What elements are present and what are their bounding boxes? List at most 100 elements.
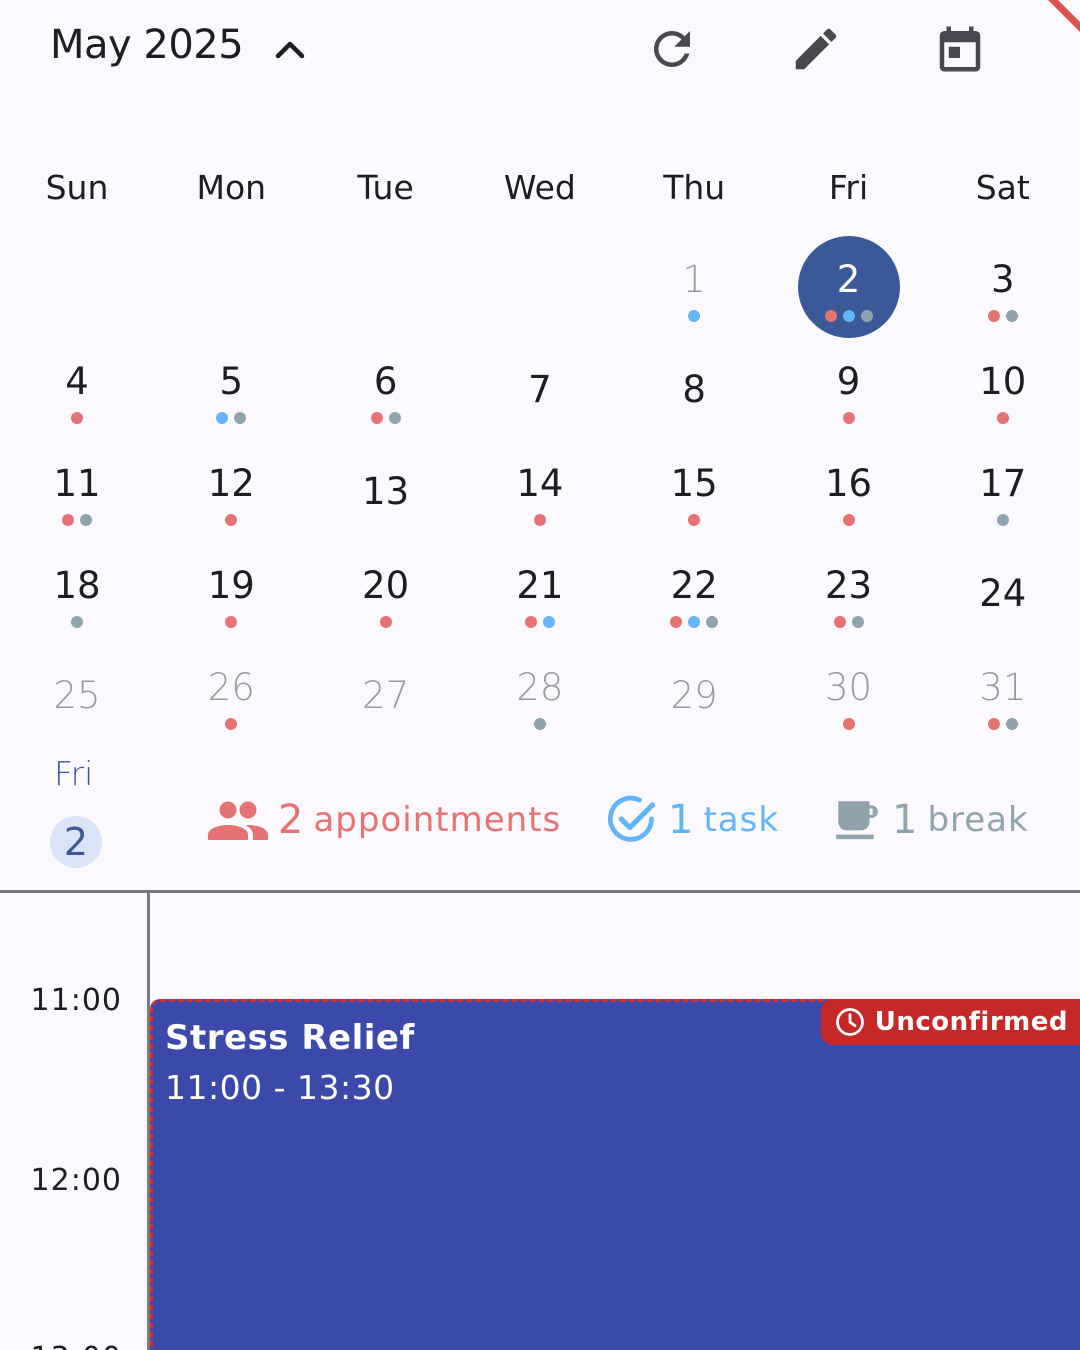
day-number: 5 — [219, 360, 244, 403]
appointments-summary[interactable]: 2 appointments — [208, 790, 561, 850]
day-cell-18[interactable]: 18 — [0, 542, 154, 644]
day-cell-23[interactable]: 23 — [772, 542, 926, 644]
appointment-dot — [379, 616, 392, 628]
appointments-label: appointments — [313, 800, 562, 840]
day-cell-12[interactable]: 12 — [154, 440, 308, 542]
day-cell-16[interactable]: 16 — [772, 440, 926, 542]
day-cell-28[interactable]: 28 — [463, 644, 617, 746]
day-number: 8 — [682, 368, 706, 411]
day-cell-8[interactable]: 8 — [617, 338, 771, 440]
event-dots — [154, 616, 308, 628]
day-cell-10[interactable]: 10 — [926, 338, 1080, 440]
appointment-dot — [225, 616, 238, 628]
event-dots — [154, 412, 308, 424]
break-dot — [533, 718, 546, 730]
day-number: 25 — [53, 674, 101, 717]
refresh-button[interactable] — [645, 22, 699, 76]
weekday-mon: Mon — [196, 168, 267, 207]
day-cell-3[interactable]: 3 — [926, 236, 1080, 338]
day-number: 4 — [65, 360, 89, 403]
clock-icon — [835, 1008, 864, 1036]
day-cell-29[interactable]: 29 — [617, 644, 771, 746]
day-cell-17[interactable]: 17 — [926, 440, 1080, 542]
day-number: 2 — [836, 258, 861, 301]
day-cell-2[interactable]: 2 — [772, 236, 926, 338]
event-dots — [309, 412, 463, 424]
day-cell-7[interactable]: 7 — [463, 338, 617, 440]
appointment-dot — [987, 718, 1000, 730]
day-number: 6 — [373, 360, 398, 403]
appointment-dot — [688, 514, 701, 526]
event-dots — [463, 718, 617, 730]
day-number: 22 — [670, 564, 718, 607]
break-dot — [234, 412, 247, 424]
appointment-dot — [996, 412, 1009, 424]
day-cell-15[interactable]: 15 — [617, 440, 771, 542]
tasks-summary[interactable]: 1 task — [606, 790, 779, 850]
appointment-dot — [71, 412, 83, 424]
appointment-dot — [225, 514, 238, 526]
event-dots — [926, 412, 1080, 424]
day-cell-13[interactable]: 13 — [309, 440, 463, 542]
today-button[interactable] — [933, 22, 987, 76]
edit-button[interactable] — [789, 22, 843, 76]
day-cell-31[interactable]: 31 — [926, 644, 1080, 746]
day-number: 14 — [516, 462, 564, 505]
day-cell-21[interactable]: 21 — [463, 542, 617, 644]
day-cell-14[interactable]: 14 — [463, 440, 617, 542]
event-dots — [0, 514, 154, 526]
chevron-up-icon[interactable] — [272, 34, 308, 64]
event-dots — [617, 514, 771, 526]
event-dots — [0, 616, 154, 628]
day-cell-1[interactable]: 1 — [617, 236, 771, 338]
day-number: 18 — [53, 564, 101, 607]
event-card[interactable]: Stress Relief 11:00 - 13:30 Unconfirmed — [150, 999, 1080, 1350]
break-dot — [388, 412, 401, 424]
hour-label-13: 13:00 — [31, 1341, 122, 1350]
breaks-summary[interactable]: 1 break — [832, 790, 1029, 850]
day-cell-25[interactable]: 25 — [0, 644, 154, 746]
tasks-count: 1 — [668, 797, 694, 843]
event-dots — [463, 514, 617, 526]
day-number: 13 — [362, 470, 410, 513]
day-cell-30[interactable]: 30 — [772, 644, 926, 746]
day-cell-26[interactable]: 26 — [154, 644, 308, 746]
appointment-dot — [225, 718, 238, 730]
day-timeline[interactable]: 11:00 12:00 13:00 Stress Relief 11:00 - … — [0, 893, 1080, 1350]
event-dots — [926, 514, 1080, 526]
day-cell-19[interactable]: 19 — [154, 542, 308, 644]
event-dots — [617, 310, 771, 322]
day-number: 17 — [979, 462, 1027, 505]
event-dots — [926, 310, 1080, 322]
weekday-sun: Sun — [45, 168, 109, 207]
coffee-icon — [836, 801, 878, 840]
day-number: 28 — [516, 666, 564, 709]
appointment-dot — [987, 310, 1000, 322]
appointment-dot — [842, 514, 855, 526]
day-cell-6[interactable]: 6 — [309, 338, 463, 440]
day-cell-9[interactable]: 9 — [772, 338, 926, 440]
month-title[interactable]: May 2025 — [50, 22, 244, 68]
break-dot — [706, 616, 719, 628]
appointment-dot — [370, 412, 383, 424]
day-number: 3 — [991, 258, 1015, 301]
appointment-dot — [524, 616, 537, 628]
day-cell-5[interactable]: 5 — [154, 338, 308, 440]
day-cell-20[interactable]: 20 — [309, 542, 463, 644]
day-cell-22[interactable]: 22 — [617, 542, 771, 644]
day-cell-4[interactable]: 4 — [0, 338, 154, 440]
task-dot — [842, 310, 855, 322]
day-number: 11 — [53, 462, 101, 505]
event-status: Unconfirmed — [874, 1007, 1068, 1037]
break-dot — [1005, 718, 1018, 730]
day-cell-11[interactable]: 11 — [0, 440, 154, 542]
event-time-range: 11:00 - 13:30 — [165, 1068, 395, 1107]
appointment-dot — [62, 514, 74, 526]
weekday-thu: Thu — [663, 168, 726, 207]
pencil-icon — [795, 28, 837, 70]
day-number: 29 — [670, 674, 718, 717]
day-cell-27[interactable]: 27 — [309, 644, 463, 746]
day-number: 12 — [207, 462, 255, 505]
day-cell-24[interactable]: 24 — [926, 542, 1080, 644]
day-number: 30 — [824, 666, 873, 709]
